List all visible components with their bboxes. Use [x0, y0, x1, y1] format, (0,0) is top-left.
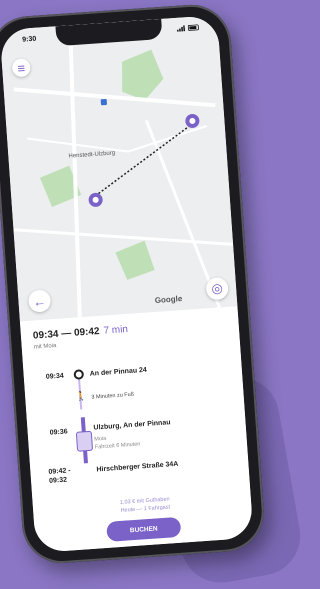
- road: [13, 87, 216, 108]
- destination-marker[interactable]: [185, 113, 200, 128]
- trip-summary: 09:34 — 09:42 7 min: [33, 324, 129, 342]
- stop-dropoff-time: 09:42 - 09:32: [48, 467, 71, 485]
- book-button[interactable]: BUCHEN: [106, 516, 182, 542]
- signal-icon: [176, 25, 186, 34]
- start-marker[interactable]: [88, 192, 103, 207]
- map-canvas[interactable]: [0, 15, 237, 321]
- transit-icon: [100, 98, 107, 106]
- stop-pickup-provider: Moia: [94, 435, 107, 443]
- map-view[interactable]: Henstedt-Ulzburg ≡ ← ◎ Google: [0, 14, 238, 322]
- road: [27, 125, 208, 153]
- price-info: 1,03 € mit Guthaben Heute — 1 Fahrgast: [95, 494, 196, 517]
- walk-icon: 🚶: [74, 391, 87, 402]
- stop-start[interactable]: 09:34: [46, 373, 64, 381]
- status-time: 9:30: [22, 35, 37, 44]
- trip-provider: mit Moia: [33, 342, 57, 351]
- location-icon: ◎: [210, 280, 224, 297]
- park-area: [115, 240, 155, 280]
- status-icons: [176, 24, 201, 34]
- vehicle-icon: [75, 430, 94, 452]
- arrow-left-icon: ←: [32, 293, 47, 309]
- ride-duration: Fahrzeit 6 Minuten: [94, 441, 141, 451]
- menu-icon: ≡: [16, 60, 26, 76]
- trip-times: 09:34 — 09:42: [32, 325, 100, 342]
- start-dot-icon: [73, 369, 85, 380]
- google-logo: Google: [154, 294, 183, 306]
- stop-pickup-name: Ulzburg, An der Pinnau: [93, 419, 171, 432]
- trip-panel: 09:34 — 09:42 7 min mit Moia 09:34 An der…: [19, 306, 254, 553]
- stop-dropoff-name: Hirschberger Straße 34A: [96, 460, 179, 474]
- phone-screen: 9:30 Henstedt-Ulzburg ≡ ← ◎ Google 09:34…: [0, 14, 254, 553]
- phone-frame: 9:30 Henstedt-Ulzburg ≡ ← ◎ Google 09:34…: [0, 2, 267, 566]
- stop-start-name: An der Pinnau 24: [89, 366, 148, 378]
- park-area: [122, 49, 164, 101]
- walk-step: 3 Minuten zu Fuß: [91, 391, 135, 401]
- trip-duration: 7 min: [103, 323, 129, 337]
- battery-icon: [187, 24, 201, 33]
- stop-pickup-time: 09:36: [49, 428, 68, 437]
